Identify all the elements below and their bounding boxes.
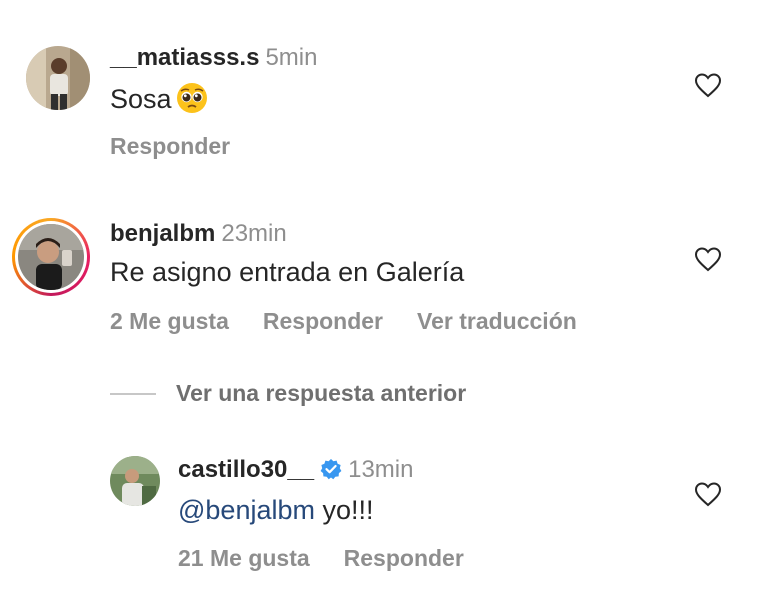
heart-icon[interactable] bbox=[694, 72, 722, 98]
heart-icon[interactable] bbox=[694, 481, 722, 507]
reply-button[interactable]: Responder bbox=[344, 545, 464, 571]
username[interactable]: __matiasss.s bbox=[110, 44, 259, 71]
comment-text-content: Sosa bbox=[110, 84, 172, 114]
translate-button[interactable]: Ver traducción bbox=[417, 308, 577, 334]
reply-actions: 21 Me gusta Responder bbox=[178, 544, 498, 572]
heart-icon[interactable] bbox=[694, 246, 722, 272]
timestamp: 13min bbox=[348, 456, 414, 483]
divider-line bbox=[110, 392, 156, 395]
pleading-face-emoji bbox=[176, 82, 208, 121]
comment-text: Sosa bbox=[110, 82, 208, 121]
reply-button[interactable]: Responder bbox=[263, 308, 383, 334]
timestamp: 23min bbox=[221, 220, 287, 247]
view-previous-label: Ver una respuesta anterior bbox=[176, 380, 467, 406]
avatar[interactable] bbox=[26, 46, 90, 110]
avatar[interactable] bbox=[110, 456, 160, 506]
reply-text-content: yo!!! bbox=[314, 495, 374, 525]
view-previous-replies-button[interactable]: Ver una respuesta anterior bbox=[110, 380, 466, 410]
avatar[interactable] bbox=[18, 224, 84, 290]
verified-badge-icon bbox=[320, 458, 342, 487]
likes-count[interactable]: 21 Me gusta bbox=[178, 545, 310, 571]
comment-text: Re asigno entrada en Galería bbox=[110, 257, 465, 287]
reply-text: @benjalbm yo!!! bbox=[178, 494, 374, 526]
mention-link[interactable]: @benjalbm bbox=[178, 495, 315, 525]
username[interactable]: castillo30__ bbox=[178, 456, 314, 483]
comment-actions: 2 Me gusta Responder Ver traducción bbox=[110, 307, 611, 335]
comment-actions: Responder bbox=[110, 132, 264, 160]
reply-button[interactable]: Responder bbox=[110, 133, 230, 159]
timestamp: 5min bbox=[265, 44, 318, 71]
username[interactable]: benjalbm bbox=[110, 220, 215, 247]
likes-count[interactable]: 2 Me gusta bbox=[110, 308, 229, 334]
